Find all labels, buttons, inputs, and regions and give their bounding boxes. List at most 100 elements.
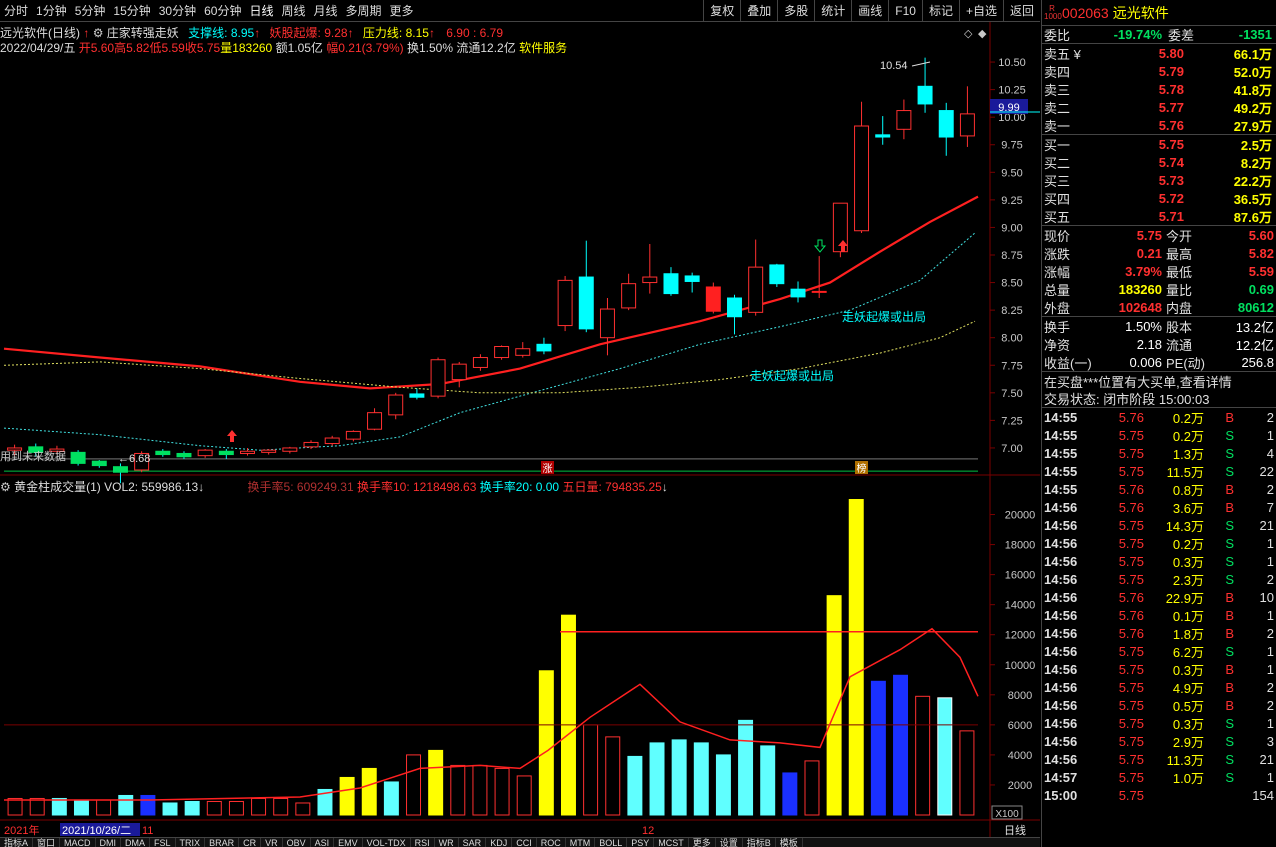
volume-bar[interactable] (29, 797, 45, 816)
tick-row[interactable]: 14:55 5.75 1.3万 S 4 (1042, 444, 1276, 462)
ask-row[interactable]: 卖一 5.76 27.9万 (1042, 116, 1276, 134)
candle-body[interactable] (324, 437, 340, 445)
candle-body[interactable] (938, 110, 954, 138)
candle-body[interactable] (705, 286, 721, 312)
tick-row[interactable]: 14:56 5.75 4.9万 B 2 (1042, 678, 1276, 696)
kline-chart[interactable]: 10.5010.2510.009.759.509.259.008.758.508… (0, 0, 1040, 847)
indicator-tab[interactable]: 指标B (743, 838, 776, 847)
indicator-tab[interactable]: EMV (334, 838, 363, 847)
volume-bar[interactable] (118, 794, 134, 816)
tick-row[interactable]: 14:56 5.75 11.3万 S 21 (1042, 750, 1276, 768)
volume-bar[interactable] (96, 799, 112, 816)
candle-body[interactable] (218, 450, 234, 456)
candle-body[interactable] (536, 343, 552, 352)
indicator-tab[interactable]: 设置 (716, 838, 743, 847)
indicator-tab[interactable]: OBV (283, 838, 311, 847)
tick-row[interactable]: 14:56 5.75 2.3万 S 2 (1042, 570, 1276, 588)
candle-body[interactable] (748, 266, 764, 313)
candle-body[interactable] (959, 113, 975, 137)
tick-row[interactable]: 14:56 5.75 2.9万 S 3 (1042, 732, 1276, 750)
volume-bar[interactable] (848, 499, 864, 816)
volume-bar[interactable] (295, 802, 311, 816)
volume-bar[interactable] (73, 799, 89, 816)
indicator-tab[interactable]: PSY (627, 838, 655, 847)
tick-row[interactable]: 14:55 5.76 0.2万 B 2 (1042, 408, 1276, 426)
indicator-tab[interactable]: DMA (121, 838, 151, 847)
tick-row[interactable]: 14:56 5.76 1.8万 B 2 (1042, 624, 1276, 642)
candle-body[interactable] (261, 449, 277, 453)
tick-row[interactable]: 14:56 5.76 22.9万 B 10 (1042, 588, 1276, 606)
volume-bar[interactable] (715, 754, 731, 816)
volume-bar[interactable] (273, 797, 289, 816)
gear-icon[interactable]: ⚙ (0, 480, 11, 494)
indicator-tab[interactable]: KDJ (486, 838, 513, 847)
volume-bar[interactable] (538, 670, 554, 816)
indicator-tab[interactable]: CR (239, 838, 262, 847)
indicator-tab[interactable]: TRIX (176, 838, 206, 847)
candle-body[interactable] (727, 297, 742, 318)
candle-body[interactable] (557, 279, 573, 327)
candle-body[interactable] (599, 308, 615, 339)
candle-body[interactable] (663, 273, 679, 295)
indicator-tab[interactable]: CCI (512, 838, 537, 847)
candle-body[interactable] (684, 275, 700, 282)
indicator-tab[interactable]: 模板 (776, 838, 803, 847)
candle-body[interactable] (70, 451, 86, 464)
candle-body[interactable] (176, 452, 192, 458)
volume-bar[interactable] (406, 754, 422, 816)
volume-bar[interactable] (738, 719, 754, 816)
candle-body[interactable] (7, 447, 23, 451)
candle-body[interactable] (303, 441, 319, 448)
volume-bar[interactable] (782, 772, 798, 816)
volume-bar[interactable] (472, 764, 488, 816)
tick-row[interactable]: 14:56 5.75 0.3万 S 1 (1042, 714, 1276, 732)
indicator-tab[interactable]: ASI (311, 838, 335, 847)
indicator-tab[interactable]: RSI (411, 838, 435, 847)
candle-body[interactable] (197, 449, 213, 457)
volume-bar[interactable] (959, 730, 975, 816)
ask-row[interactable]: 卖三 5.78 41.8万 (1042, 80, 1276, 98)
candle-body[interactable] (811, 290, 827, 293)
volume-bar[interactable] (760, 745, 776, 816)
volume-bar[interactable] (251, 797, 267, 816)
tick-row[interactable]: 14:56 5.75 0.3万 S 1 (1042, 552, 1276, 570)
indicator-tab[interactable]: WR (435, 838, 459, 847)
volume-bar[interactable] (915, 695, 931, 816)
volume-bar[interactable] (649, 742, 665, 816)
candle-body[interactable] (112, 466, 128, 473)
indicator-tab[interactable]: BRAR (205, 838, 240, 847)
volume-bar[interactable] (893, 674, 909, 816)
volume-bar[interactable] (693, 742, 709, 816)
candle-body[interactable] (472, 357, 488, 368)
candle-body[interactable] (578, 276, 594, 330)
tick-row[interactable]: 14:55 5.75 0.2万 S 1 (1042, 426, 1276, 444)
volume-bar[interactable] (560, 614, 576, 816)
candle-body[interactable] (642, 276, 658, 284)
candle-body[interactable] (875, 134, 891, 138)
tick-row[interactable]: 14:55 5.75 11.5万 S 22 (1042, 462, 1276, 480)
candle-body[interactable] (515, 348, 531, 356)
volume-bar[interactable] (671, 739, 687, 816)
candle-body[interactable] (155, 450, 171, 456)
volume-bar[interactable] (450, 764, 466, 816)
candle-body[interactable] (790, 288, 806, 298)
volume-bar[interactable] (184, 800, 200, 816)
indicator-tab[interactable]: FSL (150, 838, 176, 847)
candle-body[interactable] (917, 85, 933, 105)
volume-bar[interactable] (583, 724, 599, 816)
candle-body[interactable] (367, 412, 383, 430)
volume-bar[interactable] (870, 680, 886, 816)
volume-bar[interactable] (162, 802, 178, 816)
ask-row[interactable]: 卖四 5.79 52.0万 (1042, 62, 1276, 80)
indicator-tab[interactable]: BOLL (595, 838, 628, 847)
tick-row[interactable]: 14:56 5.76 3.6万 B 7 (1042, 498, 1276, 516)
candle-body[interactable] (854, 125, 870, 232)
bid-row[interactable]: 买三 5.73 22.2万 (1042, 171, 1276, 189)
candle-body[interactable] (451, 363, 467, 381)
volume-bar[interactable] (206, 800, 222, 816)
indicator-tab[interactable]: DMI (96, 838, 122, 847)
tick-list[interactable]: 14:55 5.76 0.2万 B 2 14:55 5.75 0.2万 S 1 14:55 5.75 1… (1042, 408, 1276, 804)
volume-bar[interactable] (339, 776, 355, 816)
candle-body[interactable] (91, 460, 107, 467)
indicator-tab[interactable]: 窗口 (33, 838, 61, 847)
